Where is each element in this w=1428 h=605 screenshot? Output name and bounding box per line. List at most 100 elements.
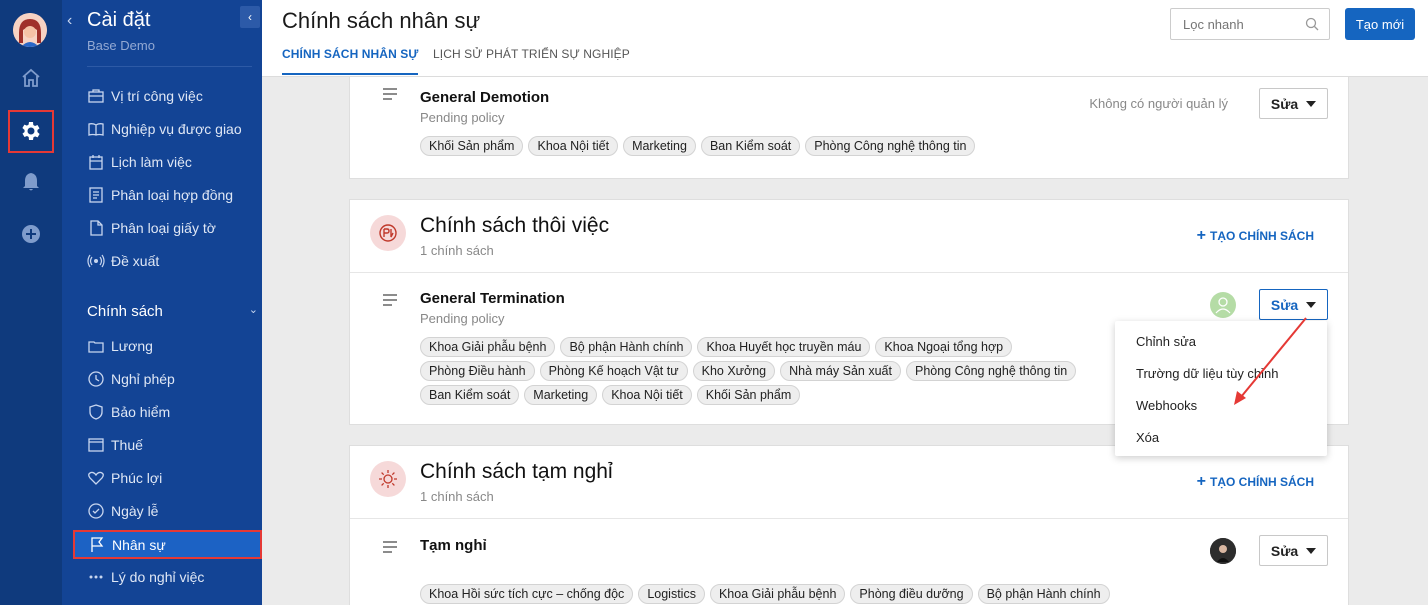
sidebar-item-nghi-phep[interactable]: Nghỉ phép [87, 368, 257, 390]
create-policy-button[interactable]: + TẠO CHÍNH SÁCH [1197, 227, 1314, 245]
tag: Khoa Hồi sức tích cực – chống độc [420, 584, 634, 604]
document-icon [87, 219, 105, 237]
bell-icon[interactable] [19, 170, 43, 194]
settings-sidebar: ‹ Cài đặt Base Demo ‹ Vị trí công việc N… [62, 0, 262, 605]
drag-handle-icon[interactable] [383, 87, 397, 103]
tag: Bộ phận Hành chính [560, 337, 693, 357]
edit-label: Sửa [1270, 542, 1299, 559]
gear-icon[interactable] [19, 119, 43, 143]
tag: Khoa Giải phẫu bệnh [709, 584, 846, 604]
tag: Phòng Kế hoạch Vật tư [539, 361, 688, 381]
plus-circle-icon[interactable] [19, 222, 43, 246]
sidebar-item-label: Nghỉ phép [111, 371, 175, 387]
sidebar-item-bao-hiem[interactable]: Bảo hiểm [87, 401, 257, 423]
edit-button[interactable]: Sửa [1259, 289, 1328, 320]
tag: Phòng Điều hành [420, 361, 535, 381]
menu-item-delete[interactable]: Xóa [1136, 430, 1159, 445]
shield-icon [87, 403, 105, 421]
tag: Nhà máy Sản xuất [780, 361, 901, 381]
caret-down-icon [1306, 547, 1317, 554]
manager-avatar[interactable] [1210, 538, 1236, 564]
broadcast-icon [87, 252, 105, 270]
home-icon[interactable] [19, 66, 43, 90]
tag: Kho Xưởng [692, 361, 776, 381]
tag: Marketing [524, 385, 598, 405]
sidebar-item-luong[interactable]: Lương [87, 335, 257, 357]
sidebar-item-ly-do-nghi-viec[interactable]: Lý do nghỉ việc [87, 566, 257, 588]
sidebar-item-label: Nghiệp vụ được giao [111, 121, 242, 137]
termination-icon [370, 215, 406, 251]
tag-list: Khoa Giải phẫu bệnh Bộ phận Hành chính K… [420, 337, 1120, 405]
window-icon [87, 436, 105, 454]
policy-status: Pending policy [420, 311, 505, 326]
contract-icon [87, 186, 105, 204]
sidebar-item-phuc-loi[interactable]: Phúc lợi [87, 467, 257, 489]
plus-icon: + [1196, 227, 1206, 244]
edit-label: Sửa [1270, 95, 1299, 112]
sidebar-item-de-xuat[interactable]: Đề xuất [87, 250, 257, 272]
sidebar-item-phan-loai-giay-to[interactable]: Phân loại giấy tờ [87, 217, 257, 239]
tag: Phòng Công nghệ thông tin [905, 361, 1077, 381]
briefcase-icon [87, 87, 105, 105]
tab-lich-su-phat-trien[interactable]: LỊCH SỬ PHÁT TRIỂN SỰ NGHIỆP [433, 47, 630, 61]
policy-card-demotion: General Demotion Pending policy Không có… [349, 60, 1349, 179]
manager-avatar[interactable] [1210, 292, 1236, 318]
page-header: Chính sách nhân sự CHÍNH SÁCH NHÂN SỰ LỊ… [262, 0, 1428, 77]
tag: Ban Kiểm soát [420, 385, 520, 405]
sidebar-divider [87, 66, 252, 67]
user-avatar[interactable] [13, 13, 47, 47]
clock-icon [87, 370, 105, 388]
sidebar-item-lich-lam-viec[interactable]: Lịch làm việc [87, 151, 257, 173]
search-icon[interactable] [1305, 17, 1319, 36]
caret-down-icon [1306, 301, 1317, 308]
sidebar-item-label: Vị trí công việc [111, 88, 203, 104]
policy-status: Pending policy [420, 110, 505, 125]
create-new-button[interactable]: Tạo mới [1345, 8, 1415, 40]
sidebar-item-label: Nhân sự [112, 536, 166, 553]
sidebar-item-thue[interactable]: Thuế [87, 434, 257, 456]
edit-button[interactable]: Sửa [1259, 88, 1328, 119]
search-input[interactable] [1183, 9, 1308, 39]
tab-chinh-sach-nhan-su[interactable]: CHÍNH SÁCH NHÂN SỰ [282, 47, 419, 75]
quick-filter [1170, 8, 1330, 40]
sidebar-item-phan-loai-hop-dong[interactable]: Phân loại hợp đồng [87, 184, 257, 206]
tag: Phòng Công nghệ thông tin [805, 136, 976, 156]
drag-handle-icon[interactable] [383, 540, 397, 556]
policy-name: General Termination [420, 290, 565, 307]
tag: Logistics [638, 584, 705, 604]
tag: Khoa Huyết học truyền máu [697, 337, 871, 357]
category-header: Chính sách tạm nghỉ 1 chính sách + TẠO C… [350, 446, 1348, 519]
policy-name: Tạm nghỉ [420, 537, 487, 554]
tag: Khoa Nội tiết [602, 385, 692, 405]
sidebar-item-label: Phúc lợi [111, 470, 163, 486]
collapse-sidebar-button[interactable]: ‹ [240, 6, 260, 28]
menu-item-webhooks[interactable]: Webhooks [1136, 398, 1197, 413]
edit-button[interactable]: Sửa [1259, 535, 1328, 566]
drag-handle-icon[interactable] [383, 293, 397, 309]
menu-item-custom-fields[interactable]: Trường dữ liệu tùy chỉnh [1136, 366, 1279, 381]
edit-dropdown-menu: Chỉnh sửa Trường dữ liệu tùy chỉnh Webho… [1115, 321, 1327, 456]
calendar-icon [87, 153, 105, 171]
sidebar-item-vi-tri-cong-viec[interactable]: Vị trí công việc [87, 85, 257, 107]
tag-list: Khối Sản phẩm Khoa Nội tiết Marketing Ba… [420, 136, 976, 156]
sidebar-item-label: Lịch làm việc [111, 154, 192, 170]
dots-icon [87, 568, 105, 586]
tag: Khoa Giải phẫu bệnh [420, 337, 556, 357]
category-count: 1 chính sách [420, 489, 494, 504]
category-card-leave: Chính sách tạm nghỉ 1 chính sách + TẠO C… [349, 445, 1349, 605]
back-chevron-icon[interactable]: ‹ [67, 12, 72, 30]
create-policy-button[interactable]: + TẠO CHÍNH SÁCH [1197, 473, 1314, 491]
sidebar-item-nghiep-vu[interactable]: Nghiệp vụ được giao [87, 118, 257, 140]
sidebar-item-label: Thuế [111, 437, 143, 453]
menu-item-edit[interactable]: Chỉnh sửa [1136, 334, 1196, 349]
heart-icon [87, 469, 105, 487]
sidebar-section-chinh-sach[interactable]: Chính sách ⌄ [87, 303, 262, 320]
manager-status: Không có người quản lý [1089, 96, 1228, 111]
sidebar-item-ngay-le[interactable]: Ngày lễ [87, 500, 257, 522]
plus-icon: + [1196, 473, 1206, 490]
create-policy-label: TẠO CHÍNH SÁCH [1210, 229, 1314, 243]
tag: Ban Kiểm soát [700, 136, 801, 156]
sidebar-subtitle: Base Demo [87, 38, 155, 53]
sidebar-item-nhan-su[interactable]: Nhân sự [73, 530, 262, 559]
tag: Khối Sản phẩm [420, 136, 524, 156]
